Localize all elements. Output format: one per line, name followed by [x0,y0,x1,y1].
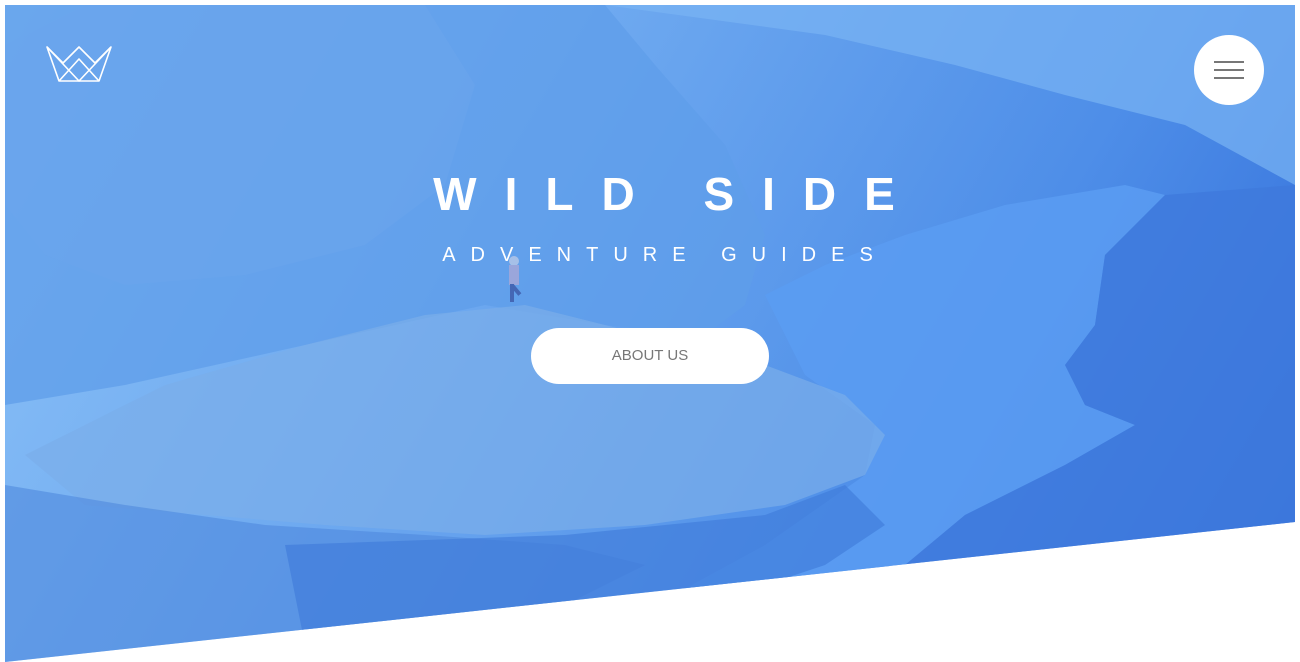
hero-section: WILD SIDE ADVENTURE GUIDES ABOUT US [5,5,1295,662]
hamburger-menu-icon [1214,61,1244,63]
hero-title: WILD SIDE [433,168,923,220]
about-us-button[interactable]: ABOUT US [531,328,769,384]
hamburger-menu-icon-bar [1214,69,1244,71]
hamburger-menu-button[interactable] [1194,35,1264,105]
hamburger-menu-icon-bar [1214,77,1244,79]
crown-icon[interactable] [45,45,113,83]
hero-subtitle: ADVENTURE GUIDES [442,244,888,266]
page: WILD SIDE ADVENTURE GUIDES ABOUT US [0,0,1300,662]
